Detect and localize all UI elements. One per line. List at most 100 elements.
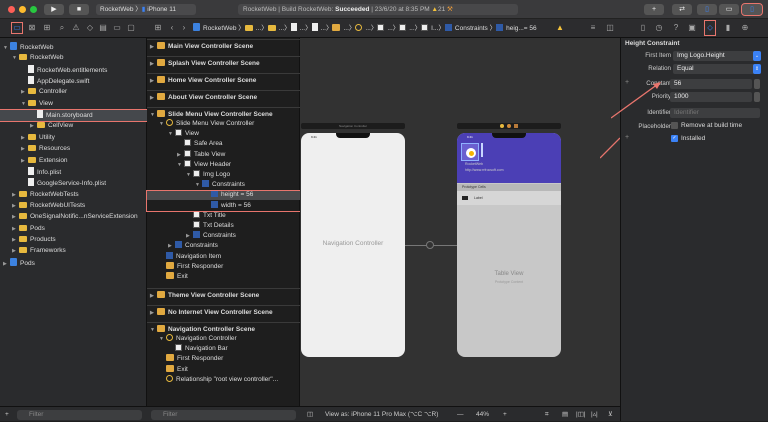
- search-icon[interactable]: ⌕: [57, 23, 67, 33]
- navigator-item[interactable]: ▶ OneSignalNotific...nServiceExtension: [0, 212, 147, 222]
- toggle-debug-button[interactable]: ▭: [719, 4, 739, 15]
- disclosure-icon[interactable]: ▶: [12, 235, 19, 245]
- disclosure-icon[interactable]: ▶: [21, 133, 28, 143]
- slide-menu-scene[interactable]: 9:41 RocketWeb http://www.rrfrocsoft.com…: [457, 133, 561, 357]
- file-inspector-icon[interactable]: ▯: [638, 23, 648, 33]
- stop-button[interactable]: ■: [69, 4, 89, 15]
- navigator-item[interactable]: ▶ Resources: [0, 144, 147, 154]
- disclosure-icon[interactable]: ▼: [159, 119, 166, 129]
- navigator-item[interactable]: ▶ CellView: [0, 121, 147, 131]
- history-inspector-icon[interactable]: ◷: [654, 23, 664, 33]
- navigator-item[interactable]: ▶ Pods: [0, 257, 147, 268]
- priority-field[interactable]: 1000: [670, 92, 752, 102]
- navigator-filter-input[interactable]: Filter: [17, 410, 142, 420]
- disclosure-icon[interactable]: ▼: [168, 129, 175, 139]
- outline-item[interactable]: Navigation Bar: [147, 344, 228, 354]
- outline-item[interactable]: Navigation Item: [147, 251, 300, 262]
- outline-item[interactable]: Exit: [147, 364, 188, 375]
- outline-item[interactable]: height = 56: [147, 190, 300, 201]
- add-editor-icon[interactable]: ◫: [605, 23, 615, 33]
- outline-item[interactable]: ▼ Img Logo: [147, 170, 300, 180]
- resolve-issues-icon[interactable]: ⊻: [608, 407, 613, 422]
- breakpoint-navigator-icon[interactable]: ▭: [112, 23, 122, 33]
- outline-item[interactable]: Exit: [147, 272, 300, 282]
- disclosure-icon[interactable]: ▶: [12, 212, 19, 222]
- test-navigator-icon[interactable]: ◇: [85, 23, 95, 33]
- outline-scene[interactable]: ▶ Splash View Controller Scene: [147, 56, 300, 73]
- scene-dock[interactable]: [457, 123, 561, 129]
- issue-navigator-icon[interactable]: ⚠: [71, 23, 81, 33]
- outline-scene[interactable]: ▶ No Internet View Controller Scene: [147, 305, 300, 322]
- priority-stepper[interactable]: [754, 92, 760, 102]
- disclosure-icon[interactable]: ▶: [12, 190, 19, 200]
- close-button[interactable]: [8, 6, 15, 13]
- outline-scene[interactable]: ▶ About View Controller Scene: [147, 90, 300, 107]
- navigator-item[interactable]: ▼ View: [0, 99, 147, 109]
- outline-toggle-icon[interactable]: ◫: [307, 407, 313, 422]
- disclosure-icon[interactable]: ▶: [150, 74, 157, 88]
- breadcrumb[interactable]: RocketWeb 〉 ...〉 ...〉 ...〉 ...〉 ...〉 ...〉 ...〉.…: [193, 23, 537, 34]
- identity-inspector-icon[interactable]: ▣: [687, 23, 697, 33]
- constant-field[interactable]: 56: [670, 79, 752, 89]
- navigator-item[interactable]: ▶ RocketWebUITests: [0, 201, 147, 211]
- outline-scene[interactable]: ▶ Home View Controller Scene: [147, 73, 300, 90]
- navigator-item[interactable]: Main.storyboard: [0, 109, 148, 123]
- outline-item[interactable]: First Responder: [147, 261, 300, 272]
- disclosure-icon[interactable]: ▶: [150, 57, 157, 71]
- back-icon[interactable]: ‹: [167, 23, 177, 33]
- disclosure-icon[interactable]: ▼: [195, 180, 202, 190]
- disclosure-icon[interactable]: ▶: [21, 87, 28, 97]
- prototype-cell[interactable]: Label: [457, 191, 561, 205]
- attributes-inspector-icon[interactable]: ▮: [723, 23, 733, 33]
- add-variation-icon[interactable]: +: [625, 134, 629, 141]
- related-items-icon[interactable]: ⊞: [153, 23, 163, 33]
- size-inspector-icon[interactable]: ⬦: [704, 20, 716, 36]
- disclosure-icon[interactable]: ▶: [12, 201, 19, 211]
- outline-filter-input[interactable]: Filter: [151, 410, 296, 420]
- disclosure-icon[interactable]: ▶: [12, 224, 19, 234]
- navigator-item[interactable]: ▼ RocketWeb: [0, 42, 147, 52]
- navigation-controller-scene[interactable]: 9:41 Navigation Controller: [301, 133, 405, 357]
- disclosure-icon[interactable]: ▼: [12, 53, 19, 63]
- outline-item[interactable]: Relationship "root view controller"...: [147, 374, 278, 385]
- disclosure-icon[interactable]: ▶: [150, 289, 157, 303]
- toggle-navigator-button[interactable]: ▯: [697, 4, 717, 15]
- code-review-button[interactable]: ⇄: [672, 4, 692, 15]
- view-header[interactable]: 9:41 RocketWeb http://www.rrfrocsoft.com: [457, 133, 561, 183]
- disclosure-icon[interactable]: ▶: [177, 150, 184, 160]
- navigator-item[interactable]: GoogleService-Info.plist: [0, 178, 147, 188]
- scene-title-bar[interactable]: Navigation Controller: [301, 123, 405, 129]
- navigator-item[interactable]: ▶ Utility: [0, 133, 147, 143]
- outline-item[interactable]: ▶ Constraints: [147, 231, 300, 241]
- outline-item[interactable]: ▼ Slide Menu View Controller: [147, 119, 300, 129]
- segue-icon[interactable]: [426, 241, 434, 249]
- disclosure-icon[interactable]: ▶: [150, 40, 157, 54]
- disclosure-icon[interactable]: ▶: [168, 241, 175, 251]
- connections-inspector-icon[interactable]: ⊕: [740, 23, 750, 33]
- navigator-item[interactable]: ▶ Pods: [0, 224, 147, 234]
- scheme-selector[interactable]: RocketWeb 〉▮ iPhone 11: [96, 4, 196, 15]
- outline-item[interactable]: width = 56: [147, 200, 300, 211]
- navigator-item[interactable]: RocketWeb.entitlements: [0, 64, 147, 75]
- navigator-item[interactable]: AppDelegate.swift: [0, 76, 147, 86]
- navigator-item[interactable]: ▶ Frameworks: [0, 246, 147, 256]
- navigator-item[interactable]: Info.plist: [0, 166, 147, 177]
- installed-checkbox[interactable]: ✓: [671, 135, 678, 142]
- embed-in-icon[interactable]: ▤: [562, 407, 568, 422]
- debug-navigator-icon[interactable]: ▤: [98, 23, 108, 33]
- disclosure-icon[interactable]: ▶: [21, 156, 28, 166]
- navigator-item[interactable]: ▶ Controller: [0, 87, 147, 97]
- navigator-item[interactable]: ▶ Extension: [0, 156, 147, 166]
- outline-scene[interactable]: ▶ Main View Controller Scene: [147, 39, 300, 56]
- outline-item[interactable]: ▶ Constraints: [147, 241, 300, 251]
- editor-options-icon[interactable]: ≡: [588, 23, 598, 33]
- outline-item[interactable]: Txt Details: [147, 221, 300, 231]
- disclosure-icon[interactable]: ▼: [177, 160, 184, 170]
- add-constraints-icon[interactable]: |▵|: [591, 407, 598, 422]
- disclosure-icon[interactable]: ▶: [150, 306, 157, 320]
- outline-item[interactable]: ▼ Constraints: [147, 180, 300, 190]
- constant-stepper[interactable]: [754, 79, 760, 89]
- navigator-item[interactable]: ▼ RocketWeb: [0, 53, 147, 63]
- identifier-input[interactable]: [670, 108, 760, 118]
- disclosure-icon[interactable]: ▶: [186, 231, 193, 241]
